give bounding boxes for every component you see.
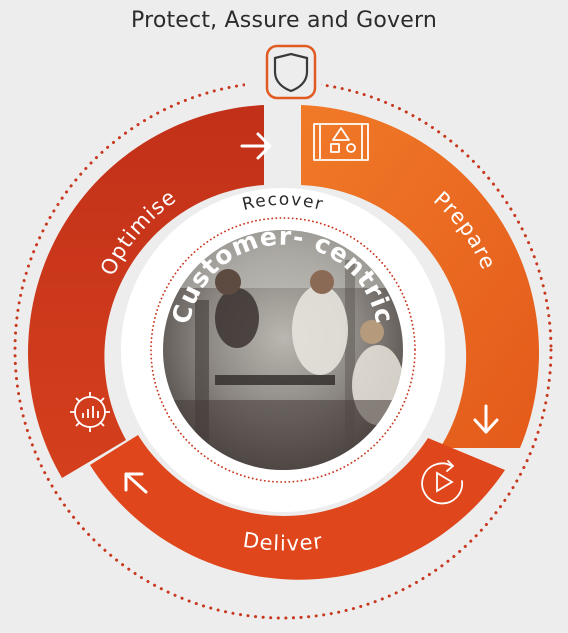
diagram-stage: Protect, Assure and Govern Recover Custo… — [0, 0, 568, 633]
cycle-diagram: Recover Customer- centric Optimise Prepa… — [13, 44, 553, 620]
shield-icon — [265, 44, 317, 100]
segment-deliver-label: Deliver — [241, 528, 324, 556]
